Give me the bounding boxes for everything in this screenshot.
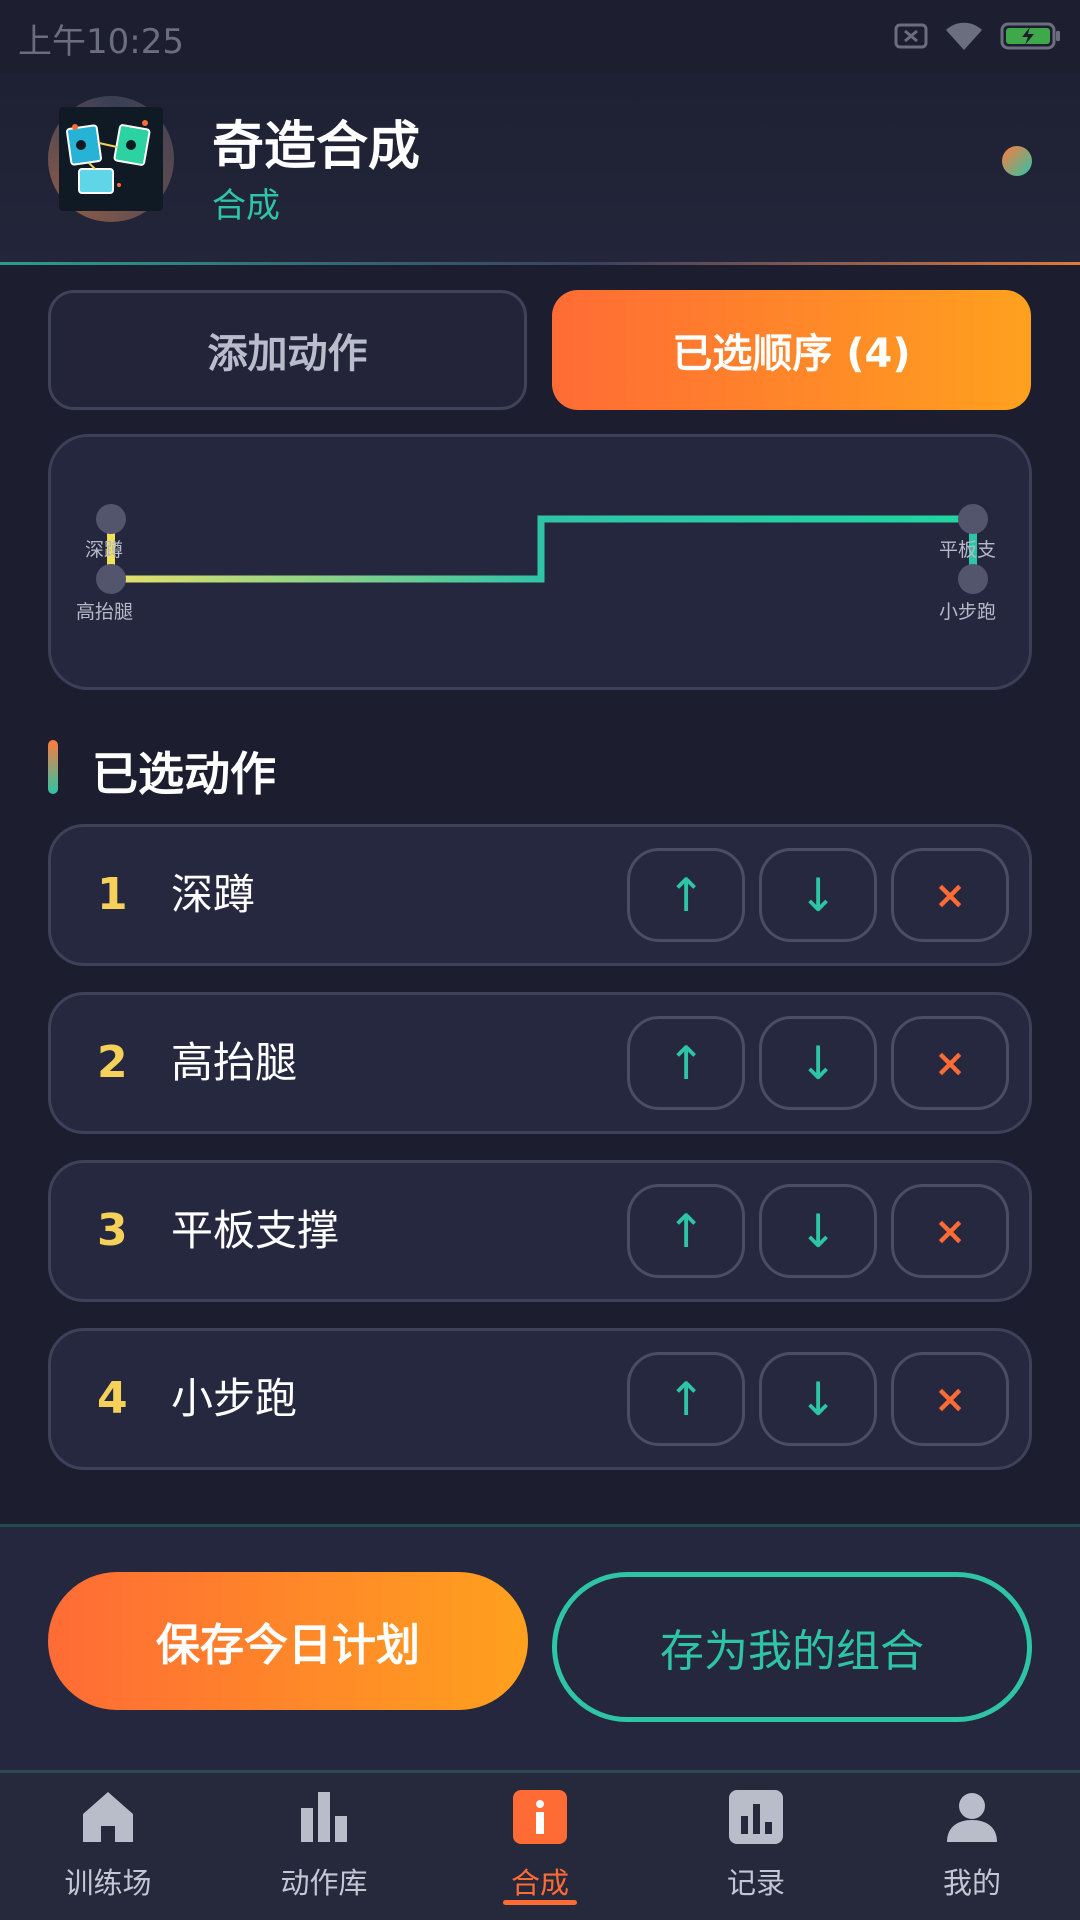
header-divider <box>0 262 1080 265</box>
status-icons <box>894 16 1062 56</box>
nav-item-records[interactable]: 记录 <box>648 1784 864 1914</box>
move-up-button[interactable]: ↑ <box>627 1352 745 1446</box>
info-icon <box>513 1790 567 1844</box>
move-up-button[interactable]: ↑ <box>627 848 745 942</box>
nav-item-synthesis[interactable]: 合成 <box>432 1784 648 1914</box>
section-accent <box>48 740 58 794</box>
sequence-label: 小步跑 <box>939 601 997 623</box>
move-down-button[interactable]: ↓ <box>759 1016 877 1110</box>
bar-chart-icon <box>301 1792 347 1842</box>
save-combo-button[interactable]: 存为我的组合 <box>552 1572 1032 1722</box>
nav-label: 合成 <box>510 1866 569 1900</box>
wifi-icon <box>946 22 982 50</box>
list-item: 4 小步跑 ↑ ↓ × <box>48 1328 1032 1470</box>
avatar[interactable] <box>48 96 174 222</box>
move-down-button[interactable]: ↓ <box>759 1184 877 1278</box>
tab-add-action[interactable]: 添加动作 <box>48 290 527 410</box>
move-down-button[interactable]: ↓ <box>759 848 877 942</box>
sequence-node <box>96 504 126 534</box>
home-icon <box>83 1792 133 1842</box>
remove-button[interactable]: × <box>891 1352 1009 1446</box>
row-number: 4 <box>97 1373 128 1424</box>
remove-button[interactable]: × <box>891 1016 1009 1110</box>
sequence-label: 高抬腿 <box>76 601 134 623</box>
row-number: 1 <box>97 869 128 920</box>
sequence-label: 平板支 <box>939 539 997 561</box>
remove-button[interactable]: × <box>891 848 1009 942</box>
nav-label: 我的 <box>942 1866 1001 1900</box>
status-dot <box>1002 146 1032 176</box>
nav-item-library[interactable]: 动作库 <box>216 1784 432 1914</box>
list-item: 1 深蹲 ↑ ↓ × <box>48 824 1032 966</box>
move-down-button[interactable]: ↓ <box>759 1352 877 1446</box>
row-name: 高抬腿 <box>171 1038 298 1087</box>
status-time: 上午10:25 <box>18 22 184 62</box>
nav-item-training[interactable]: 训练场 <box>0 1784 216 1914</box>
status-bar: 上午10:25 <box>0 0 1080 74</box>
row-name: 平板支撑 <box>171 1206 340 1255</box>
sequence-node <box>958 564 988 594</box>
stats-icon <box>729 1790 783 1844</box>
section-title: 已选动作 <box>92 747 276 801</box>
nav-label: 动作库 <box>280 1866 368 1900</box>
sequence-map: 深蹲 高抬腿 平板支 小步跑 <box>48 434 1032 690</box>
nav-active-indicator <box>503 1900 577 1905</box>
save-plan-button[interactable]: 保存今日计划 <box>48 1572 528 1710</box>
list-item: 2 高抬腿 ↑ ↓ × <box>48 992 1032 1134</box>
user-icon <box>947 1793 997 1842</box>
remove-button[interactable]: × <box>891 1184 1009 1278</box>
app-title: 奇造合成 <box>212 117 421 177</box>
move-up-button[interactable]: ↑ <box>627 1016 745 1110</box>
nav-label: 记录 <box>726 1866 785 1900</box>
action-bar-divider <box>0 1524 1080 1527</box>
row-name: 小步跑 <box>171 1374 298 1423</box>
list-item: 3 平板支撑 ↑ ↓ × <box>48 1160 1032 1302</box>
tab-selected-order[interactable]: 已选顺序 (4) <box>552 290 1031 410</box>
battery-icon <box>1000 22 1060 50</box>
app-logo-icon <box>59 107 163 211</box>
row-number: 3 <box>97 1205 128 1256</box>
sequence-node <box>96 564 126 594</box>
nav-item-profile[interactable]: 我的 <box>864 1784 1080 1914</box>
nav-divider <box>0 1770 1080 1773</box>
app-subtitle: 合成 <box>212 186 280 226</box>
move-up-button[interactable]: ↑ <box>627 1184 745 1278</box>
sequence-path <box>96 504 988 594</box>
row-name: 深蹲 <box>171 870 256 919</box>
row-number: 2 <box>97 1037 128 1088</box>
sequence-label: 深蹲 <box>85 539 124 561</box>
sim-off-icon <box>894 23 928 49</box>
sequence-node <box>958 504 988 534</box>
nav-label: 训练场 <box>64 1866 152 1900</box>
